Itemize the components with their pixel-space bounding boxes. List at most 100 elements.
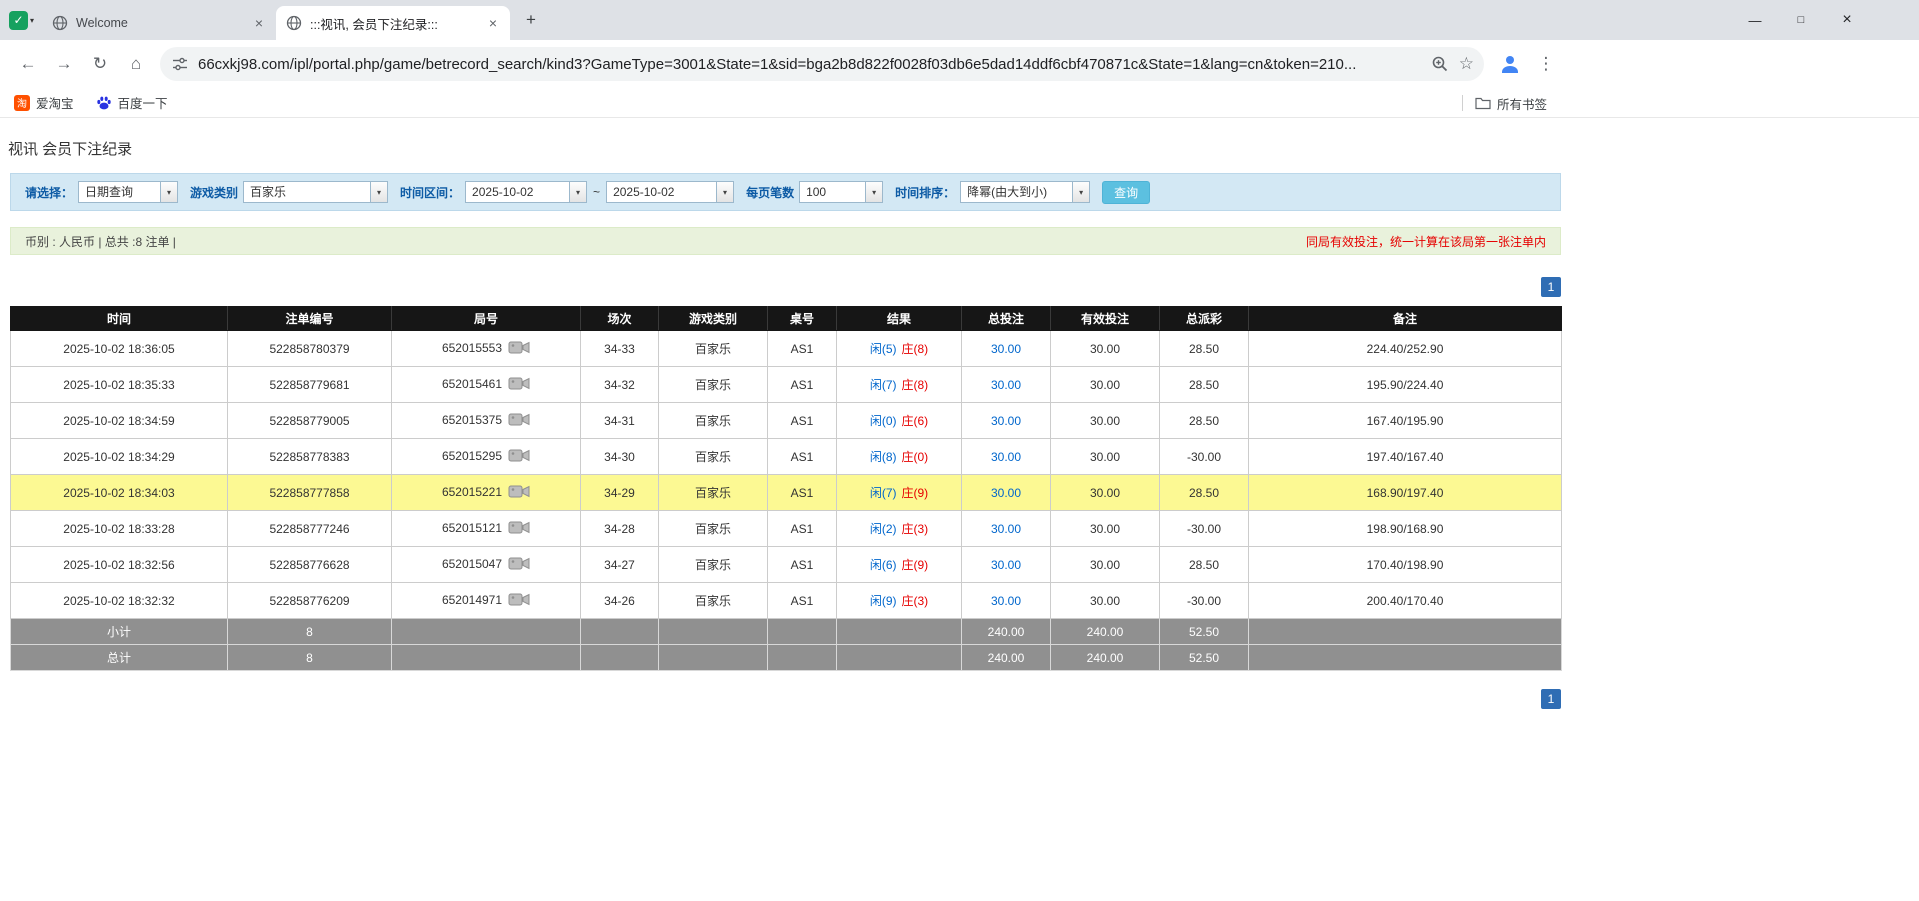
chevron-down-icon[interactable]: ▾ [370, 182, 387, 202]
tab-betrecord[interactable]: :::视讯, 会员下注纪录::: × [276, 6, 510, 40]
cell-session: 34-33 [581, 331, 659, 367]
date-type-label: 请选择： [25, 184, 73, 201]
sort-order-select[interactable]: 降幂(由大到小) ▾ [960, 181, 1090, 203]
chevron-down-icon[interactable]: ▾ [716, 182, 733, 202]
total-bet-link[interactable]: 30.00 [991, 414, 1021, 428]
maximize-button[interactable]: □ [1778, 0, 1824, 40]
date-to-value: 2025-10-02 [607, 182, 716, 202]
video-replay-icon[interactable] [508, 556, 530, 574]
bet-row: 2025-10-02 18:32:56522858776628652015047… [11, 547, 1562, 583]
tab-close-icon[interactable]: × [484, 14, 502, 32]
forward-button[interactable]: → [50, 50, 78, 78]
total-bet-link[interactable]: 30.00 [991, 522, 1021, 536]
game-type-select[interactable]: 百家乐 ▾ [243, 181, 388, 203]
date-to-select[interactable]: 2025-10-02 ▾ [606, 181, 734, 203]
site-info-icon[interactable] [172, 56, 188, 72]
cell-remark: 170.40/198.90 [1249, 547, 1562, 583]
bookmark-taobao[interactable]: 淘 爱淘宝 [14, 93, 74, 112]
column-header: 总派彩 [1160, 307, 1249, 331]
currency-summary-text: 币别 : 人民币 | 总共 :8 注单 | [25, 233, 176, 250]
minimize-button[interactable]: — [1732, 0, 1778, 40]
search-button[interactable]: 查询 [1102, 181, 1150, 204]
page-content: 视讯 会员下注纪录 请选择： 日期查询 ▾ 游戏类别 百家乐 ▾ 时间区间： 2… [0, 138, 1919, 709]
sort-order-value: 降幂(由大到小) [961, 182, 1072, 202]
new-tab-button[interactable]: + [518, 7, 544, 33]
bookmarks-bar: 淘 爱淘宝 百度一下 所有书签 [0, 88, 1919, 118]
cell-payout: -30.00 [1160, 511, 1249, 547]
date-from-value: 2025-10-02 [466, 182, 569, 202]
result-banker: 庄(9) [902, 558, 929, 572]
game-type-value: 百家乐 [244, 182, 370, 202]
profile-icon[interactable] [1498, 52, 1522, 76]
cell-table-no: AS1 [768, 331, 837, 367]
video-replay-icon[interactable] [508, 412, 530, 430]
video-replay-icon[interactable] [508, 376, 530, 394]
refresh-button[interactable]: ↻ [86, 50, 114, 78]
summary-cell [837, 645, 962, 671]
summary-cell: 8 [228, 645, 392, 671]
video-replay-icon[interactable] [508, 340, 530, 358]
date-type-select[interactable]: 日期查询 ▾ [78, 181, 178, 203]
summary-cell: 240.00 [1051, 619, 1160, 645]
page-button[interactable]: 1 [1541, 689, 1561, 709]
back-button[interactable]: ← [14, 50, 42, 78]
cell-time: 2025-10-02 18:35:33 [11, 367, 228, 403]
chevron-down-icon[interactable]: ▾ [865, 182, 882, 202]
video-replay-icon[interactable] [508, 484, 530, 502]
chevron-down-icon[interactable]: ▾ [569, 182, 586, 202]
browser-menu-button[interactable]: ⋮ [1534, 54, 1558, 74]
total-bet-link[interactable]: 30.00 [991, 378, 1021, 392]
summary-cell [392, 645, 581, 671]
folder-icon [1475, 96, 1491, 110]
video-replay-icon[interactable] [508, 592, 530, 610]
date-from-select[interactable]: 2025-10-02 ▾ [465, 181, 587, 203]
zoom-icon[interactable] [1431, 55, 1449, 73]
column-header: 游戏类别 [659, 307, 768, 331]
separator [1462, 95, 1463, 111]
all-bookmarks-button[interactable]: 所有书签 [1462, 88, 1547, 118]
result-player: 闲(8) [870, 450, 897, 464]
cell-payout: 28.50 [1160, 475, 1249, 511]
cell-remark: 195.90/224.40 [1249, 367, 1562, 403]
per-page-select[interactable]: 100 ▾ [799, 181, 883, 203]
cell-valid-bet: 30.00 [1051, 511, 1160, 547]
total-bet-link[interactable]: 30.00 [991, 594, 1021, 608]
total-bet-link[interactable]: 30.00 [991, 486, 1021, 500]
tab-close-icon[interactable]: × [250, 14, 268, 32]
tab-welcome[interactable]: Welcome × [42, 6, 276, 40]
cell-total-bet: 30.00 [962, 547, 1051, 583]
video-replay-icon[interactable] [508, 448, 530, 466]
browser-logo-icon[interactable]: ✓ ▾ [9, 11, 34, 30]
close-button[interactable]: × [1824, 0, 1870, 40]
cell-total-bet: 30.00 [962, 475, 1051, 511]
cell-payout: 28.50 [1160, 547, 1249, 583]
result-player: 闲(7) [870, 378, 897, 392]
url-bar[interactable]: 66cxkj98.com/ipl/portal.php/game/betreco… [160, 47, 1484, 81]
result-player: 闲(6) [870, 558, 897, 572]
cell-round: 652015375 [392, 403, 581, 439]
cell-result: 闲(7)庄(9) [837, 475, 962, 511]
bookmark-baidu[interactable]: 百度一下 [96, 93, 168, 112]
cell-result: 闲(6) 庄(9) [837, 547, 962, 583]
cell-game-type: 百家乐 [659, 331, 768, 367]
summary-cell [581, 645, 659, 671]
chevron-down-icon[interactable]: ▾ [160, 182, 177, 202]
home-button[interactable]: ⌂ [122, 50, 150, 78]
summary-cell [1249, 619, 1562, 645]
bookmark-star-icon[interactable]: ☆ [1459, 54, 1474, 74]
cell-remark: 198.90/168.90 [1249, 511, 1562, 547]
chevron-down-icon[interactable]: ▾ [1072, 182, 1089, 202]
video-replay-icon[interactable] [508, 520, 530, 538]
summary-cell [768, 645, 837, 671]
total-bet-link[interactable]: 30.00 [991, 450, 1021, 464]
total-bet-link[interactable]: 30.00 [991, 558, 1021, 572]
column-header: 总投注 [962, 307, 1051, 331]
cell-bet-id: 522858777858 [228, 475, 392, 511]
total-bet-link[interactable]: 30.00 [991, 342, 1021, 356]
cell-time: 2025-10-02 18:32:56 [11, 547, 228, 583]
info-bar: 币别 : 人民币 | 总共 :8 注单 | 同局有效投注，统一计算在该局第一张注… [10, 227, 1561, 255]
notice-text: 同局有效投注，统一计算在该局第一张注单内 [1306, 233, 1546, 250]
result-banker: 庄(6) [902, 414, 929, 428]
result-banker: 庄(0) [902, 450, 929, 464]
page-button[interactable]: 1 [1541, 277, 1561, 297]
